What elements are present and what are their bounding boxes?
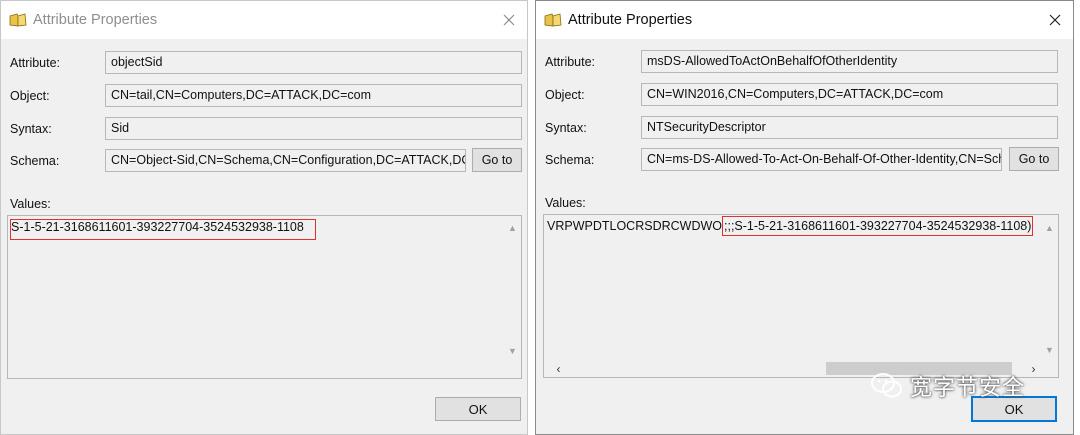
title-bar: Attribute Properties: [1, 1, 527, 39]
syntax-label: Syntax:: [10, 122, 52, 136]
dialog-title: Attribute Properties: [568, 12, 693, 28]
schema-field[interactable]: CN=Object-Sid,CN=Schema,CN=Configuration…: [105, 149, 466, 172]
syntax-label: Syntax:: [545, 121, 587, 135]
scroll-left-icon[interactable]: ‹: [550, 362, 567, 376]
close-button[interactable]: [499, 10, 519, 30]
values-label: Values:: [545, 196, 586, 210]
attribute-field[interactable]: msDS-AllowedToActOnBehalfOfOtherIdentity: [641, 50, 1058, 73]
syntax-field[interactable]: Sid: [105, 117, 522, 140]
scroll-up-icon[interactable]: ▲: [504, 223, 521, 233]
go-to-button[interactable]: Go to: [1009, 147, 1059, 171]
attribute-label: Attribute:: [545, 55, 596, 69]
values-label: Values:: [10, 197, 51, 211]
ok-button[interactable]: OK: [435, 397, 521, 421]
values-list[interactable]: VRPWPDTLOCRSDRCWDWO ;;;S-1-5-21-316861160…: [543, 214, 1059, 378]
close-button[interactable]: [1045, 10, 1065, 30]
object-field[interactable]: CN=WIN2016,CN=Computers,DC=ATTACK,DC=com: [641, 83, 1058, 106]
attribute-field[interactable]: objectSid: [105, 51, 522, 74]
object-field[interactable]: CN=tail,CN=Computers,DC=ATTACK,DC=com: [105, 84, 522, 107]
attribute-label: Attribute:: [10, 56, 61, 70]
schema-label: Schema:: [10, 154, 60, 168]
scroll-down-icon[interactable]: ▼: [1041, 345, 1058, 355]
close-icon: [503, 14, 515, 26]
attribute-book-icon: [9, 13, 27, 27]
values-list[interactable]: S-1-5-21-3168611601-393227704-3524532938…: [7, 215, 522, 379]
title-bar: Attribute Properties: [536, 1, 1073, 39]
watermark: 宽字节安全: [870, 370, 1025, 402]
attribute-properties-dialog-left: Attribute Properties Attribute: objectSi…: [0, 0, 528, 435]
scroll-right-icon[interactable]: ›: [1025, 362, 1042, 376]
scroll-down-icon[interactable]: ▼: [504, 346, 521, 356]
close-icon: [1049, 14, 1061, 26]
value-text[interactable]: S-1-5-21-3168611601-393227704-3524532938…: [11, 220, 304, 235]
dialog-title: Attribute Properties: [33, 12, 158, 28]
value-text[interactable]: VRPWPDTLOCRSDRCWDWO ;;;S-1-5-21-316861160…: [547, 216, 1034, 236]
object-label: Object:: [545, 88, 585, 102]
wechat-icon: [871, 373, 902, 398]
value-prefix: VRPWPDTLOCRSDRCWDWO: [547, 219, 722, 233]
object-label: Object:: [10, 89, 50, 103]
scroll-up-icon[interactable]: ▲: [1041, 223, 1058, 233]
schema-label: Schema:: [545, 153, 595, 167]
vertical-scrollbar[interactable]: ▲ ▼: [1041, 215, 1058, 360]
vertical-scrollbar[interactable]: ▲ ▼: [504, 216, 521, 378]
syntax-field[interactable]: NTSecurityDescriptor: [641, 116, 1058, 139]
attribute-book-icon: [544, 13, 562, 27]
go-to-button[interactable]: Go to: [472, 148, 522, 172]
watermark-text: 宽字节安全: [910, 375, 1026, 400]
value-highlight: ;;;S-1-5-21-3168611601-393227704-3524532…: [722, 216, 1034, 236]
schema-field[interactable]: CN=ms-DS-Allowed-To-Act-On-Behalf-Of-Oth…: [641, 148, 1002, 171]
